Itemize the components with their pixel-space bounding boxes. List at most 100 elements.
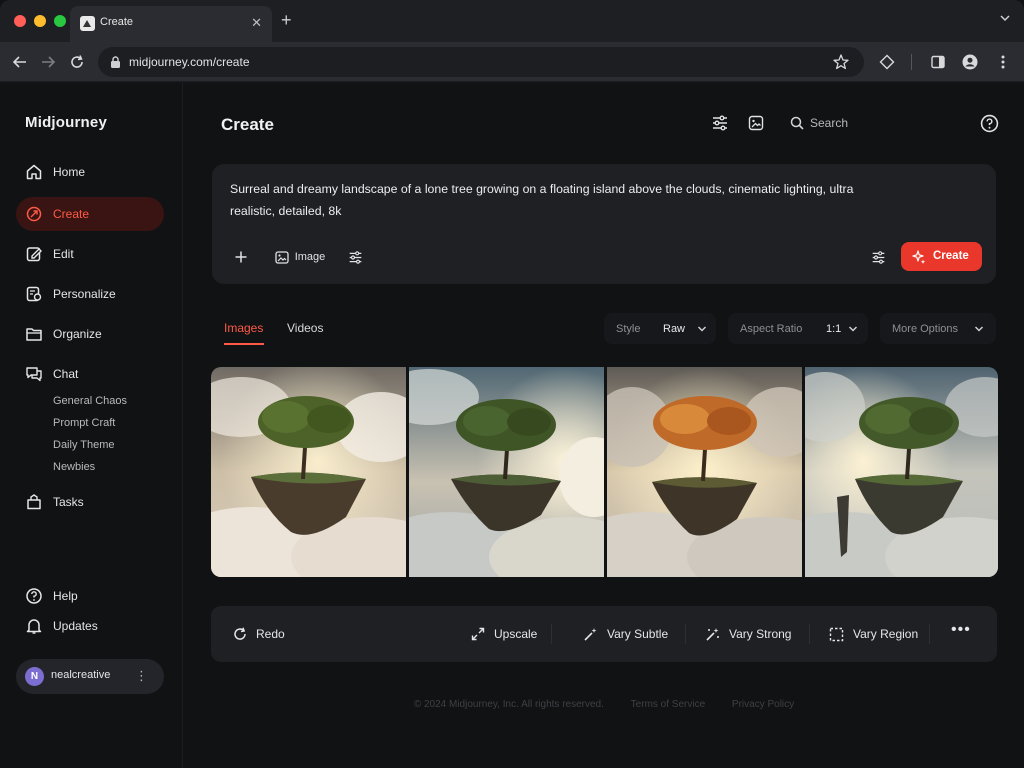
bookmark-star-icon[interactable]	[832, 53, 850, 71]
sidebar-item-label: Chat	[53, 367, 79, 381]
reload-icon[interactable]	[67, 52, 87, 72]
image-prompt-button[interactable]: Image	[266, 244, 334, 270]
profile-icon[interactable]	[960, 52, 980, 72]
redo-button[interactable]: Redo	[233, 621, 285, 647]
add-attachment-button[interactable]	[228, 244, 254, 270]
chevron-down-icon	[974, 326, 984, 332]
privacy-link[interactable]: Privacy Policy	[732, 699, 794, 710]
sidebar-item-edit[interactable]: Edit	[16, 237, 164, 271]
search-input[interactable]	[810, 114, 960, 132]
user-name: nealcreative	[51, 669, 111, 681]
help-icon	[26, 588, 42, 604]
upscale-button[interactable]: Upscale	[471, 621, 537, 647]
browser-window: Create ✕ + midjourney.com/create Midjour…	[0, 0, 1024, 768]
close-tab-icon[interactable]: ✕	[251, 14, 262, 32]
sidebar-item-home[interactable]: Home	[16, 155, 164, 189]
minimize-window-button[interactable]	[34, 15, 46, 27]
address-bar[interactable]: midjourney.com/create	[98, 47, 864, 77]
prompt-card: Surreal and dreamy landscape of a lone t…	[212, 164, 996, 284]
image-icon	[275, 250, 289, 264]
user-account-pill[interactable]: N nealcreative ⋮	[16, 659, 164, 694]
media-tabs-row: Images Videos Style Raw Aspect Ratio 1:1…	[212, 313, 996, 345]
vary-subtle-label: Vary Subtle	[607, 627, 669, 641]
create-button-label: Create	[933, 250, 969, 262]
sidebar-item-create[interactable]: Create	[16, 197, 164, 231]
maximize-window-button[interactable]	[54, 15, 66, 27]
vary-subtle-button[interactable]: Vary Subtle	[583, 621, 668, 647]
browser-tab[interactable]: Create ✕	[70, 6, 272, 42]
chat-channel-general-chaos[interactable]: General Chaos	[53, 395, 127, 407]
sidebar-item-updates[interactable]: Updates	[16, 609, 164, 643]
side-panel-icon[interactable]	[928, 52, 948, 72]
aspect-ratio-dropdown[interactable]: Aspect Ratio 1:1	[728, 313, 868, 344]
prompt-textarea[interactable]: Surreal and dreamy landscape of a lone t…	[230, 178, 870, 222]
lock-icon	[111, 56, 120, 68]
settings-sliders-icon[interactable]	[710, 113, 730, 133]
back-arrow-icon[interactable]	[10, 52, 30, 72]
url-text: midjourney.com/create	[129, 55, 250, 69]
generated-image-4[interactable]	[805, 367, 998, 577]
sidebar-item-label: Updates	[53, 619, 98, 633]
chat-channel-daily-theme[interactable]: Daily Theme	[53, 439, 115, 451]
browser-menu-icon[interactable]	[993, 52, 1013, 72]
sidebar-item-organize[interactable]: Organize	[16, 317, 164, 351]
more-options-label: More Options	[892, 323, 959, 335]
sidebar-item-label: Tasks	[53, 495, 84, 509]
sidebar-item-tasks[interactable]: Tasks	[16, 485, 164, 519]
generated-image-1[interactable]	[211, 367, 406, 577]
generated-image-2[interactable]	[409, 367, 604, 577]
action-divider	[929, 624, 930, 644]
footer: © 2024 Midjourney, Inc. All rights reser…	[184, 699, 1024, 710]
forward-arrow-icon[interactable]	[38, 52, 58, 72]
upscale-label: Upscale	[494, 627, 538, 641]
vary-region-button[interactable]: Vary Region	[829, 621, 918, 647]
active-tab-underline	[224, 343, 264, 345]
sidebar-item-label: Personalize	[53, 287, 116, 301]
create-settings-button[interactable]	[865, 244, 891, 270]
image-gallery-icon[interactable]	[746, 113, 766, 133]
help-circle-icon[interactable]	[979, 113, 999, 133]
more-options-dropdown[interactable]: More Options	[880, 313, 996, 344]
terms-link[interactable]: Terms of Service	[631, 699, 705, 710]
image-prompt-label: Image	[294, 251, 326, 263]
sliders-icon	[872, 250, 884, 264]
edit-icon	[26, 247, 42, 262]
aspect-ratio-label: Aspect Ratio	[740, 323, 803, 335]
more-vertical-icon[interactable]: ⋮	[135, 667, 148, 685]
image-grid	[211, 367, 998, 577]
home-icon	[26, 164, 42, 180]
page-title: Create	[221, 115, 274, 134]
action-divider	[685, 624, 686, 644]
browser-tab-title: Create	[100, 16, 134, 28]
aspect-ratio-value: 1:1	[826, 323, 842, 335]
chat-channel-newbies[interactable]: Newbies	[53, 461, 95, 473]
region-select-icon	[829, 627, 844, 641]
sidebar-item-help[interactable]: Help	[16, 579, 164, 613]
sidebar-item-personalize[interactable]: Personalize	[16, 277, 164, 311]
vary-strong-button[interactable]: Vary Strong	[705, 621, 791, 647]
create-icon	[26, 206, 42, 222]
close-window-button[interactable]	[14, 15, 26, 27]
tab-search-chevron-icon[interactable]	[1000, 13, 1010, 23]
generated-image-3[interactable]	[607, 367, 802, 577]
tab-videos[interactable]: Videos	[287, 321, 323, 335]
extensions-icon[interactable]	[877, 52, 897, 72]
chat-icon	[26, 367, 42, 382]
prompt-settings-button[interactable]	[342, 244, 368, 270]
search-box[interactable]	[780, 107, 966, 139]
search-icon	[790, 116, 804, 130]
tab-strip: Create ✕ +	[0, 0, 1024, 42]
style-dropdown[interactable]: Style Raw	[604, 313, 716, 344]
style-value: Raw	[663, 323, 686, 335]
sidebar-item-label: Help	[53, 589, 78, 603]
more-horizontal-icon[interactable]: •••	[951, 620, 971, 640]
sidebar: Midjourney Home Create Edit Personalize …	[0, 83, 183, 768]
sidebar-item-chat[interactable]: Chat	[16, 357, 164, 391]
redo-label: Redo	[256, 627, 285, 641]
new-tab-icon[interactable]: +	[281, 10, 292, 30]
tab-images[interactable]: Images	[224, 321, 263, 335]
tasks-icon	[27, 494, 41, 510]
brand-logo[interactable]: Midjourney	[25, 114, 107, 131]
chat-channel-prompt-craft[interactable]: Prompt Craft	[53, 417, 115, 429]
create-button[interactable]: Create	[901, 242, 982, 271]
